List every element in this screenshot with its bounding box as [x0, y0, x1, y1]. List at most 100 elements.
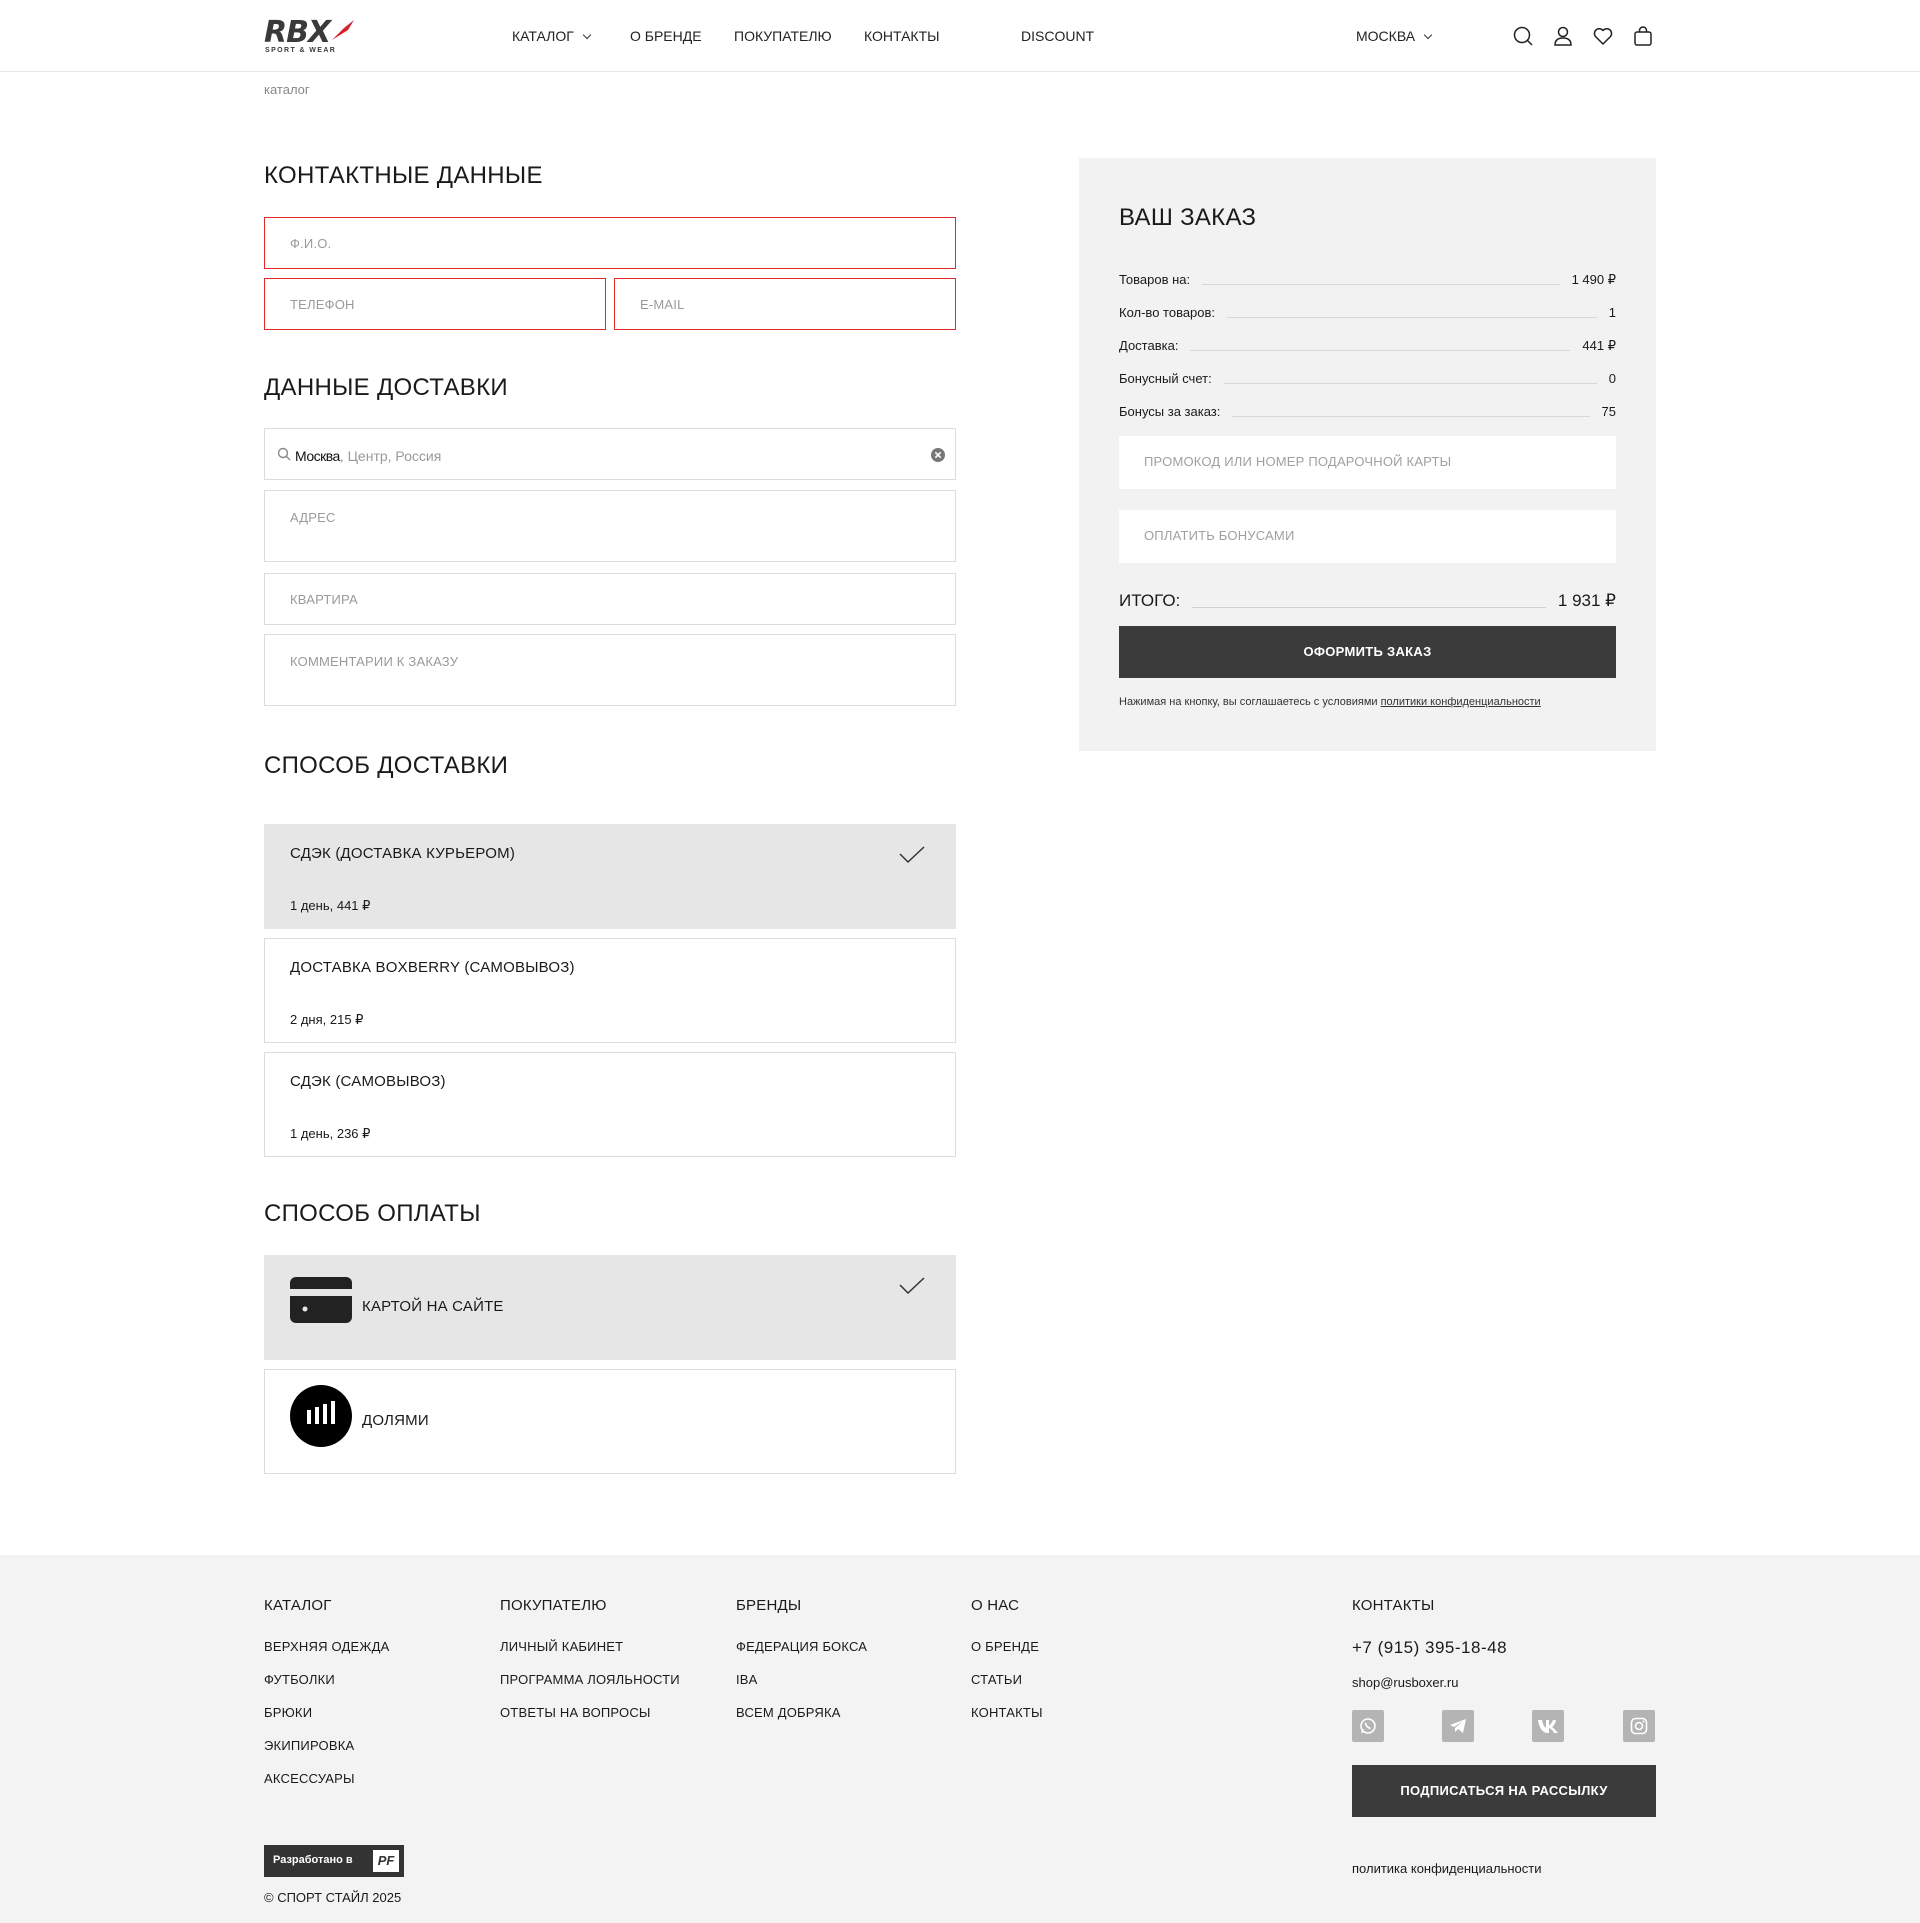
footer-privacy-policy-link[interactable]: политика конфиденциальности: [1352, 1861, 1541, 1876]
fullname-placeholder: Ф.И.О.: [290, 236, 332, 251]
email-field[interactable]: E-MAIL: [614, 278, 956, 330]
clear-icon[interactable]: [930, 447, 946, 463]
footer-link[interactable]: IBA: [736, 1672, 758, 1687]
logo-swoosh-icon: [332, 20, 354, 40]
delivery-option-cdek-courier[interactable]: СДЭК (ДОСТАВКА КУРЬЕРОМ) 1 день, 441 ₽: [264, 824, 956, 929]
delivery-option-detail: 1 день, 236 ₽: [290, 1126, 371, 1141]
city-selector[interactable]: МОСКВА: [1356, 28, 1433, 44]
instagram-icon[interactable]: [1623, 1710, 1655, 1742]
footer-contacts-title: КОНТАКТЫ: [1352, 1597, 1435, 1614]
search-icon[interactable]: [1512, 25, 1534, 47]
delivery-option-cdek-pickup[interactable]: СДЭК (САМОВЫВОЗ) 1 день, 236 ₽: [264, 1052, 956, 1157]
heart-icon[interactable]: [1592, 25, 1614, 47]
payment-option-dolyami[interactable]: ДОЛЯМИ: [264, 1369, 956, 1474]
footer-email[interactable]: shop@rusboxer.ru: [1352, 1675, 1458, 1690]
email-placeholder: E-MAIL: [640, 297, 685, 312]
delivery-data-title: ДАННЫЕ ДОСТАВКИ: [264, 374, 508, 401]
order-summary-title: ВАШ ЗАКАЗ: [1119, 204, 1257, 231]
checkmark-icon: [899, 846, 925, 864]
order-total: ИТОГО: 1 931 ₽: [1119, 591, 1616, 613]
privacy-policy-link[interactable]: политики конфиденциальности: [1381, 696, 1541, 708]
total-value: 1 931 ₽: [1545, 591, 1616, 611]
summary-row-items-total: Товаров на: 1 490 ₽: [1119, 272, 1616, 290]
footer-link[interactable]: ОТВЕТЫ НА ВОПРОСЫ: [500, 1705, 651, 1720]
footer-link[interactable]: ФУТБОЛКИ: [264, 1672, 335, 1687]
checkmark-icon: [899, 1277, 925, 1295]
payment-option-card[interactable]: КАРТОЙ НА САЙТЕ: [264, 1255, 956, 1360]
dotted-leader: [1119, 607, 1616, 608]
phone-field[interactable]: ТЕЛЕФОН: [264, 278, 606, 330]
order-summary-panel: ВАШ ЗАКАЗ Товаров на: 1 490 ₽ Кол-во тов…: [1079, 158, 1656, 751]
summary-row-label: Товаров на:: [1119, 272, 1203, 287]
delivery-option-boxberry[interactable]: ДОСТАВКА BOXBERRY (САМОВЫВОЗ) 2 дня, 215…: [264, 938, 956, 1043]
footer-phone[interactable]: +7 (915) 395-18-48: [1352, 1638, 1507, 1658]
telegram-icon[interactable]: [1442, 1710, 1474, 1742]
address-field[interactable]: АДРЕС: [264, 490, 956, 562]
apartment-field[interactable]: КВАРТИРА: [264, 573, 956, 625]
dolyami-icon: [290, 1385, 352, 1447]
footer-link[interactable]: ВСЕМ ДОБРЯКА: [736, 1705, 841, 1720]
logo-text: RBX: [264, 15, 331, 50]
nav-for-buyer[interactable]: ПОКУПАТЕЛЮ: [734, 28, 832, 44]
footer-link[interactable]: КОНТАКТЫ: [971, 1705, 1043, 1720]
footer-link[interactable]: О БРЕНДЕ: [971, 1639, 1039, 1654]
total-label: ИТОГО:: [1119, 591, 1193, 611]
delivery-option-detail: 1 день, 441 ₽: [290, 898, 371, 913]
nav-catalog-label: КАТАЛОГ: [512, 28, 574, 44]
footer-link[interactable]: БРЮКИ: [264, 1705, 312, 1720]
place-order-button[interactable]: ОФОРМИТЬ ЗАКАЗ: [1119, 626, 1616, 678]
phone-placeholder: ТЕЛЕФОН: [290, 297, 355, 312]
nav-catalog[interactable]: КАТАЛОГ: [512, 28, 592, 44]
site-footer: КАТАЛОГ ВЕРХНЯЯ ОДЕЖДА ФУТБОЛКИ БРЮКИ ЭК…: [0, 1555, 1920, 1923]
summary-row-items-count: Кол-во товаров: 1: [1119, 305, 1616, 323]
nav-discount[interactable]: DISCOUNT: [1021, 28, 1094, 44]
summary-row-value: 75: [1589, 404, 1616, 419]
footer-link[interactable]: АКСЕССУАРЫ: [264, 1771, 355, 1786]
footer-link[interactable]: ВЕРХНЯЯ ОДЕЖДА: [264, 1639, 389, 1654]
site-header: RBX SPORT & WEAR КАТАЛОГ О БРЕНДЕ ПОКУПА…: [0, 0, 1920, 72]
promo-code-placeholder: ПРОМОКОД ИЛИ НОМЕР ПОДАРОЧНОЙ КАРТЫ: [1144, 454, 1452, 469]
logo-subtitle: SPORT & WEAR: [265, 47, 337, 54]
user-icon[interactable]: [1552, 25, 1574, 47]
nav-contacts[interactable]: КОНТАКТЫ: [864, 28, 940, 44]
city-label: МОСКВА: [1356, 28, 1416, 44]
subscribe-button[interactable]: ПОДПИСАТЬСЯ НА РАССЫЛКУ: [1352, 1765, 1656, 1817]
footer-link[interactable]: СТАТЬИ: [971, 1672, 1022, 1687]
summary-row-value: 1 490 ₽: [1559, 272, 1616, 288]
summary-row-value: 0: [1596, 371, 1616, 386]
summary-row-order-bonus: Бонусы за заказ: 75: [1119, 404, 1616, 422]
fullname-field[interactable]: Ф.И.О.: [264, 217, 956, 269]
address-placeholder: АДРЕС: [290, 510, 336, 525]
footer-link[interactable]: ПРОГРАММА ЛОЯЛЬНОСТИ: [500, 1672, 680, 1687]
consent-text: Нажимая на кнопку, вы соглашаетесь с усл…: [1119, 696, 1541, 708]
footer-link[interactable]: ЛИЧНЫЙ КАБИНЕТ: [500, 1639, 623, 1654]
summary-row-label: Бонусный счет:: [1119, 371, 1224, 386]
copyright: © СПОРТ СТАЙЛ 2025: [264, 1890, 402, 1905]
breadcrumb[interactable]: каталог: [264, 82, 310, 97]
chevron-down-icon: [582, 30, 592, 40]
cart-icon[interactable]: [1632, 25, 1654, 47]
pay-with-bonus-placeholder: ОПЛАТИТЬ БОНУСАМИ: [1144, 528, 1295, 543]
developer-logo: PF: [373, 1850, 399, 1872]
nav-about-brand[interactable]: О БРЕНДЕ: [630, 28, 702, 44]
vk-icon[interactable]: [1532, 1710, 1564, 1742]
delivery-option-label: СДЭК (САМОВЫВОЗ): [290, 1073, 446, 1090]
whatsapp-icon[interactable]: [1352, 1710, 1384, 1742]
payment-option-label: КАРТОЙ НА САЙТЕ: [362, 1298, 504, 1315]
brand-logo[interactable]: RBX SPORT & WEAR: [264, 16, 356, 56]
footer-link[interactable]: ФЕДЕРАЦИЯ БОКСА: [736, 1639, 867, 1654]
city-search-input[interactable]: Москва, Центр, Россия: [264, 428, 956, 480]
chevron-down-icon: [1423, 30, 1433, 40]
summary-row-value: 1: [1596, 305, 1616, 320]
comment-field[interactable]: КОММЕНТАРИИ К ЗАКАЗУ: [264, 634, 956, 706]
footer-buyer-title: ПОКУПАТЕЛЮ: [500, 1597, 607, 1614]
pay-with-bonus-input[interactable]: ОПЛАТИТЬ БОНУСАМИ: [1119, 510, 1616, 563]
summary-row-label: Бонусы за заказ:: [1119, 404, 1233, 419]
summary-row-label: Кол-во товаров:: [1119, 305, 1228, 320]
apartment-placeholder: КВАРТИРА: [290, 592, 358, 607]
developer-badge[interactable]: Разработано в PF: [264, 1845, 404, 1877]
consent-text-body: Нажимая на кнопку, вы соглашаетесь с усл…: [1119, 696, 1381, 708]
search-icon: [277, 447, 291, 461]
footer-link[interactable]: ЭКИПИРОВКА: [264, 1738, 354, 1753]
promo-code-input[interactable]: ПРОМОКОД ИЛИ НОМЕР ПОДАРОЧНОЙ КАРТЫ: [1119, 436, 1616, 489]
